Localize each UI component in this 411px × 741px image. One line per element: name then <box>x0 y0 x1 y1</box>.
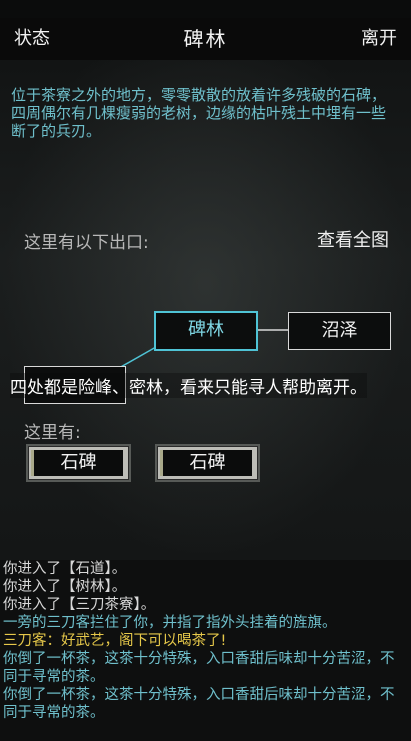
here-label: 这里有: <box>24 423 81 443</box>
log-line: 你进入了【石道】。 <box>3 561 127 577</box>
log-line: 你倒了一杯茶，这茶十分特殊，入口香甜后味却十分苦涩，不同于寻常的茶。 <box>3 687 395 721</box>
message-log: 你进入了【石道】。 你进入了【树林】。 你进入了【三刀茶寮】。 一旁的三刀客拦住… <box>0 560 411 741</box>
exit-map: 碑林 沼泽 <box>0 290 411 420</box>
object-label: 石碑 <box>34 450 123 476</box>
object-label: 石碑 <box>163 450 252 476</box>
object-button-stele-2[interactable]: 石碑 <box>155 444 260 482</box>
map-node-marsh[interactable]: 沼泽 <box>288 312 391 350</box>
location-description: 位于茶寮之外的地方，零零散散的放着许多残破的石碑，四周偶尔有几棵瘦弱的老树，边缘… <box>11 86 387 140</box>
log-line: 三刀客：好武艺，阁下可以喝茶了! <box>3 633 227 649</box>
log-line: 你进入了【树林】。 <box>3 579 127 595</box>
location-title: 碑林 <box>183 27 228 51</box>
leave-button[interactable]: 离开 <box>361 28 397 50</box>
exits-label: 这里有以下出口: <box>24 233 149 253</box>
object-button-stele-1[interactable]: 石碑 <box>26 444 131 482</box>
log-line: 你进入了【三刀茶寮】。 <box>3 597 156 613</box>
full-map-button[interactable]: 查看全图 <box>317 226 389 252</box>
log-line: 一旁的三刀客拦住了你，并指了指外头挂着的旌旗。 <box>3 615 337 631</box>
top-bar: 状态 碑林 离开 <box>0 18 411 60</box>
toast-message: 四处都是险峰、密林，看来只能寻人帮助离开。 <box>10 373 367 398</box>
map-node-current: 碑林 <box>154 311 258 351</box>
game-screen: 状态 碑林 离开 位于茶寮之外的地方，零零散散的放着许多残破的石碑，四周偶尔有几… <box>0 0 411 741</box>
log-line: 你倒了一杯茶，这茶十分特殊，入口香甜后味却十分苦涩，不同于寻常的茶。 <box>3 651 395 685</box>
